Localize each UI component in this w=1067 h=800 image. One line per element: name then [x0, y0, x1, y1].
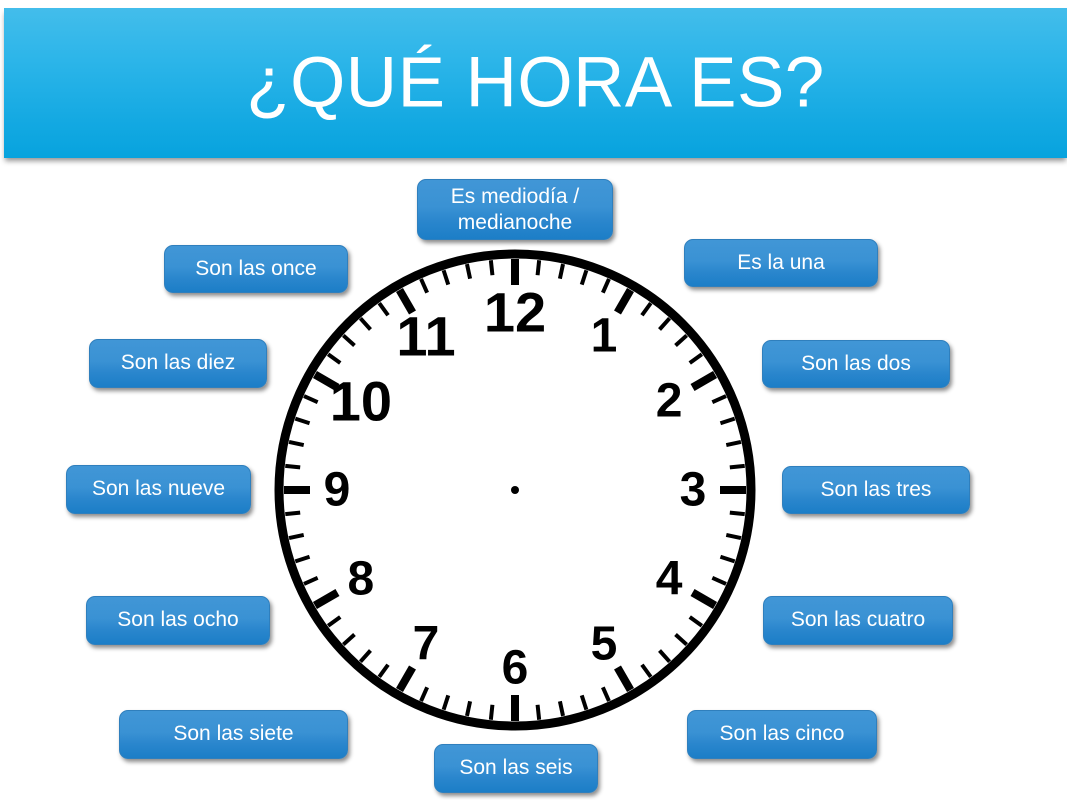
phrase-button-one[interactable]: Es la una	[684, 239, 878, 287]
phrase-button-ten[interactable]: Son las diez	[89, 339, 267, 388]
phrase-label-three: Son las tres	[820, 477, 932, 501]
phrase-label-one: Es la una	[737, 250, 825, 274]
clock-numeral-9: 9	[324, 464, 351, 517]
clock-numeral-7: 7	[413, 618, 440, 671]
clock-numeral-5: 5	[591, 618, 618, 671]
clock-minute-tick	[535, 704, 542, 720]
phrase-button-seven[interactable]: Son las siete	[119, 710, 348, 759]
clock-numeral-8: 8	[347, 553, 374, 606]
phrase-label-four: Son las cuatro	[790, 608, 926, 632]
phrase-button-two[interactable]: Son las dos	[762, 340, 950, 388]
slide-canvas: ¿QUÉ HORA ES? 12 1 2 3 4 5 6 7 8 9 10 11 Es mediodí…	[0, 0, 1067, 800]
phrase-button-nine[interactable]: Son las nueve	[66, 465, 251, 514]
clock-minute-tick	[729, 463, 745, 470]
clock-face: 12 1 2 3 4 5 6 7 8 9 10 11	[272, 247, 758, 733]
clock-numeral-4: 4	[656, 553, 683, 606]
clock-numeral-11: 11	[396, 304, 455, 367]
phrase-button-three[interactable]: Son las tres	[782, 466, 970, 514]
phrase-label-seven: Son las siete	[173, 722, 294, 746]
clock-minute-tick	[488, 704, 495, 720]
phrase-label-five: Son las cinco	[719, 722, 845, 746]
page-title: ¿QUÉ HORA ES?	[246, 43, 825, 123]
clock-minute-tick	[535, 260, 542, 276]
clock-numeral-2: 2	[656, 375, 683, 428]
clock-minute-tick	[285, 510, 301, 517]
phrase-button-four[interactable]: Son las cuatro	[763, 596, 953, 645]
phrase-label-eleven: Son las once	[195, 256, 317, 280]
header-banner: ¿QUÉ HORA ES?	[4, 8, 1067, 158]
clock-minute-tick	[729, 510, 745, 517]
clock-numeral-3: 3	[680, 464, 707, 517]
phrase-button-eleven[interactable]: Son las once	[164, 245, 348, 293]
clock-center-dot	[511, 486, 519, 494]
clock-minute-tick	[488, 260, 495, 276]
phrase-label-twelve: Es mediodía / medianoche	[450, 185, 580, 234]
clock-numeral-1: 1	[591, 309, 618, 362]
clock-minute-tick	[285, 463, 301, 470]
clock-numeral-6: 6	[502, 642, 529, 695]
phrase-label-six: Son las seis	[459, 756, 573, 780]
phrase-button-twelve[interactable]: Es mediodía / medianoche	[417, 179, 613, 240]
phrase-label-two: Son las dos	[801, 351, 911, 375]
clock-numeral-12: 12	[484, 281, 546, 344]
phrase-button-five[interactable]: Son las cinco	[687, 710, 877, 759]
clock-numeral-10: 10	[330, 370, 392, 433]
phrase-label-ten: Son las diez	[120, 351, 236, 375]
phrase-button-eight[interactable]: Son las ocho	[86, 596, 270, 645]
clock-svg: 12 12 3 45 6 78 9 1011	[274, 249, 756, 731]
phrase-button-six[interactable]: Son las seis	[434, 744, 598, 793]
phrase-label-nine: Son las nueve	[91, 477, 226, 501]
phrase-label-eight: Son las ocho	[117, 608, 239, 632]
